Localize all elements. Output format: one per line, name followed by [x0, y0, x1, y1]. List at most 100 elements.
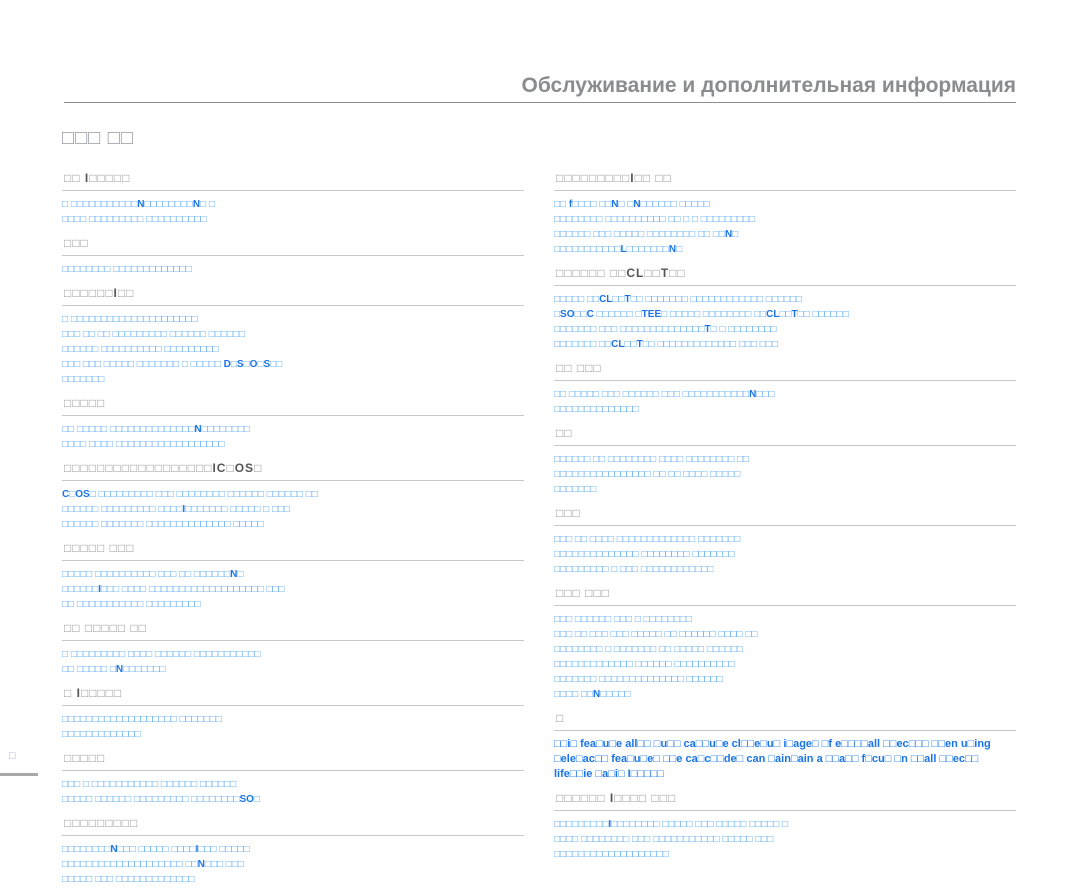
section-text-line: □□□□□□ □□□ □□□□□ □□□□□□□□ □□ □□N□	[554, 229, 739, 240]
section-divider	[62, 640, 524, 641]
section-text-line: □□□□□ □□CL□□T□□ □□□□□□□ □□□□□□□□□□□□ □□□…	[554, 294, 803, 305]
section-divider	[62, 835, 524, 836]
section-divider	[62, 560, 524, 561]
section-title: □	[556, 711, 565, 725]
spec-section: □□□□□□I□□ □ □□□□□□□□□□□□□□□□□□□□□ □□□ □□ □…	[62, 285, 524, 387]
section-divider	[62, 480, 524, 481]
spec-section: □□ I□□□□□ □ □□□□□□□□□□□N□□□□□□□□N□ □ □□□□ …	[62, 170, 524, 227]
section-text-line: □□□□□□□□ □ □□□□□□□ □□ □□□□□ □□□□□□	[554, 644, 744, 655]
section-text-line: □□□□□□□□ □□□□□□□□□□□□□	[62, 264, 192, 275]
spec-section: □□□□□□ □□CL□□T□□ □□□□□ □□CL□□T□□ □□□□□□□ …	[554, 265, 1016, 352]
section-text-line: □□□□□□□ □□□□□□□□□□□□□□ □□□□□□	[554, 674, 723, 685]
spec-section: □□□□□□□□□□□□□□□□□□IC□OS□ C□OS□ □□□□□□□□□ …	[62, 460, 524, 532]
spec-section: □□□□□ □□□ □□□□□ □□□□□□□□□□ □□□ □□ □□□□□□N…	[62, 540, 524, 612]
section-text-line: □□i□ fea□u□e all□□ □u□□ ca□□u□e cl□□e□u□…	[554, 738, 991, 750]
section-title: □□□□□□□□□□□□□□□□□□IC□OS□	[64, 461, 263, 475]
spec-section: □□□□□□□□□I□□ □□ □□ f□□□□ □□N□ □N□□□□□□ □□…	[554, 170, 1016, 257]
section-text-line: □□□□□□□□□ □ □□□ □□□□□□□□□□□□	[554, 564, 714, 575]
spec-section: □□ □□□□□□ □□ □□□□□□□□ □□□□ □□□□□□□□ □□ □□□…	[554, 425, 1016, 497]
section-text-line: □□□ □ □□□□□□□□□□□ □□□□□□ □□□□□□	[62, 779, 237, 790]
section-text-line: □□□□□□□□□□□□□	[62, 729, 141, 740]
section-title: □□□□□	[64, 396, 106, 410]
section-text-line: □ □□□□□□□□□ □□□□ □□□□□□ □□□□□□□□□□□	[62, 649, 261, 660]
section-text-line: □□□□ □□□□□□□□ □□□ □□□□□□□□□□□ □□□□□ □□□	[554, 834, 774, 845]
section-text-line: □□□□□□ □□ □□□□□□□□ □□□□ □□□□□□□□ □□	[554, 454, 750, 465]
section-text-line: □□□□□□□□□□□□□ □□□□□□ □□□□□□□□□□	[554, 659, 735, 670]
section-divider	[554, 605, 1016, 606]
section-text-line: □□□□□ □□□□□□□□□□ □□□ □□ □□□□□□N□	[62, 569, 244, 580]
section-text-line: □□□□□ □□□□□□ □□□□□□□□□ □□□□□□□□SO□	[62, 794, 260, 805]
section-text-line: □ele□ac□□ fea□u□e□ □□e ca□c□□de□ can □ai…	[554, 753, 979, 765]
section-title: □□ □□□	[556, 361, 602, 375]
section-text-line: □□□□□□□□□I□□□□□□□□ □□□□□ □□□ □□□□□ □□□□□…	[554, 819, 789, 830]
section-text-line: □□□□□□□	[554, 484, 597, 495]
section-text-line: □ □□□□□□□□□□□□□□□□□□□□□	[62, 314, 198, 325]
section-text-line: □□□ □□ □□□ □□□ □□□□□ □□ □□□□□□ □□□□ □□	[554, 629, 758, 640]
section-divider	[62, 705, 524, 706]
section-text-line: □ □□□□□□□□□□□N□□□□□□□□N□ □	[62, 199, 215, 210]
section-text-line: □□□□□□□□□□□□□□□□ □□ □□ □□□□ □□□□□	[554, 469, 741, 480]
section-divider	[62, 190, 524, 191]
section-text-line: □□□□□□ □□□□□□□ □□□□□□□□□□□□□□ □□□□□	[62, 519, 264, 530]
section-text-line: □□ f□□□□ □□N□ □N□□□□□□ □□□□□	[554, 199, 710, 210]
section-text-line: □□□□□□□ □□□ □□□□□□□□□□□□□□T□ □ □□□□□□□□	[554, 324, 777, 335]
page-number: □	[9, 750, 16, 762]
section-text-line: □□□□□□□□ □□□□□□□□□□ □□ □ □ □□□□□□□□□	[554, 214, 756, 225]
spec-section: □□□□□ □□ □□□□□ □□□□□□□□□□□□□□N□□□□□□□□ □□□…	[62, 395, 524, 452]
section-title: □□□□□□□□□I□□ □□	[556, 171, 672, 185]
section-title: □□□	[556, 506, 581, 520]
section-text-line: □□□□□□□□□□□□□□	[554, 404, 639, 415]
section-title: □□□	[64, 236, 89, 250]
page-footer-bar	[0, 773, 38, 776]
header-divider	[64, 102, 1016, 103]
section-divider	[554, 190, 1016, 191]
section-header-title: Обслуживание и дополнительная информация	[521, 74, 1017, 97]
right-column: □□□□□□□□□I□□ □□ □□ f□□□□ □□N□ □N□□□□□□ □□…	[554, 170, 1016, 870]
section-text-line: □□□ □□□ □□□□□ □□□□□□□ □ □□□□□ D□S□O□S□□	[62, 359, 283, 370]
section-divider	[554, 730, 1016, 731]
section-text-line: C□OS□ □□□□□□□□□ □□□ □□□□□□□□ □□□□□□ □□□□…	[62, 489, 318, 500]
spec-section: □□□□□□□□□ □□□□□□□□N□□□ □□□□□ □□□□I□□□ □□□…	[62, 815, 524, 887]
section-divider	[554, 445, 1016, 446]
page-title: □□□ □□	[62, 127, 134, 149]
section-title: □ I□□□□□	[64, 686, 123, 700]
section-title: □□□□□□ □□CL□□T□□	[556, 266, 686, 280]
section-text-line: □□□□ □□□□□□□□□ □□□□□□□□□□	[62, 214, 207, 225]
spec-section: □□□ □□□□□□□□ □□□□□□□□□□□□□	[62, 235, 524, 277]
section-text-line: □□□□□□□□□□□L□□□□□□□N□	[554, 244, 683, 255]
section-text-line: □□□□□□ □□□□□□□□□□ □□□□□□□□□	[62, 344, 219, 355]
section-text-line: □□□□□□□□□□□□□□□□□□□□ □□N□□□ □□□	[62, 859, 244, 870]
spec-section: □□□□□ □□□ □ □□□□□□□□□□□ □□□□□□ □□□□□□ □□□□…	[62, 750, 524, 807]
section-divider	[554, 810, 1016, 811]
section-text-line: □□□ □□ □□□□ □□□□□□□□□□□□□ □□□□□□□	[554, 534, 741, 545]
section-text-line: □□□□□□I□□□ □□□□ □□□□□□□□□□□□□□□□□□□ □□□	[62, 584, 285, 595]
section-divider	[62, 415, 524, 416]
section-title: □□ □□□□□ □□	[64, 621, 147, 635]
section-text-line: □□□□□□□	[62, 374, 105, 385]
section-divider	[62, 770, 524, 771]
section-text-line: □□□ □□□□□□ □□□ □ □□□□□□□□	[554, 614, 692, 625]
section-text-line: □□ □□□□□□□□□□□ □□□□□□□□□	[62, 599, 201, 610]
section-text-line: □□□ □□ □□ □□□□□□□□□ □□□□□□ □□□□□□	[62, 329, 246, 340]
section-text-line: □SO□□C □□□□□□ □TEE□ □□□□□ □□□□□□□□ □□CL□…	[554, 309, 849, 320]
section-title: □□ I□□□□□	[64, 171, 131, 185]
spec-section: □□ □□□□□ □□ □ □□□□□□□□□ □□□□ □□□□□□ □□□□□…	[62, 620, 524, 677]
section-divider	[554, 525, 1016, 526]
spec-section: □□□ □□□ □□ □□□□ □□□□□□□□□□□□□ □□□□□□□ □□□□…	[554, 505, 1016, 577]
section-text-line: □□□□□□□□□□□□□□□□□□□	[554, 849, 669, 860]
section-text-line: □□ □□□□□ □□□ □□□□□□ □□□ □□□□□□□□□□□N□□□	[554, 389, 775, 400]
section-divider	[62, 255, 524, 256]
spec-section: □ I□□□□□ □□□□□□□□□□□□□□□□□□□ □□□□□□□ □□□□□…	[62, 685, 524, 742]
left-column: □□ I□□□□□ □ □□□□□□□□□□□N□□□□□□□□N□ □ □□□□ …	[62, 170, 524, 895]
section-text-line: □□□□□ □□□ □□□□□□□□□□□□□	[62, 874, 195, 885]
section-divider	[554, 380, 1016, 381]
section-title: □□□□□□□□□	[64, 816, 139, 830]
section-text-line: life□□ie □a□i□ I□□□□□	[554, 768, 664, 780]
spec-section: □□ □□□ □□ □□□□□ □□□ □□□□□□ □□□ □□□□□□□□□□…	[554, 360, 1016, 417]
section-title: □□□□□□ I□□□□ □□□	[556, 791, 677, 805]
section-text-line: □□□□ □□□□ □□□□□□□□□□□□□□□□□□	[62, 439, 225, 450]
section-text-line: □□□□□□□□□□□□□□□□□□□ □□□□□□□	[62, 714, 222, 725]
section-title: □□□□□ □□□	[64, 541, 135, 555]
section-divider	[62, 305, 524, 306]
section-text-line: □□□□□□ □□□□□□□□□ □□□□I□□□□□□□ □□□□□ □ □□…	[62, 504, 291, 515]
